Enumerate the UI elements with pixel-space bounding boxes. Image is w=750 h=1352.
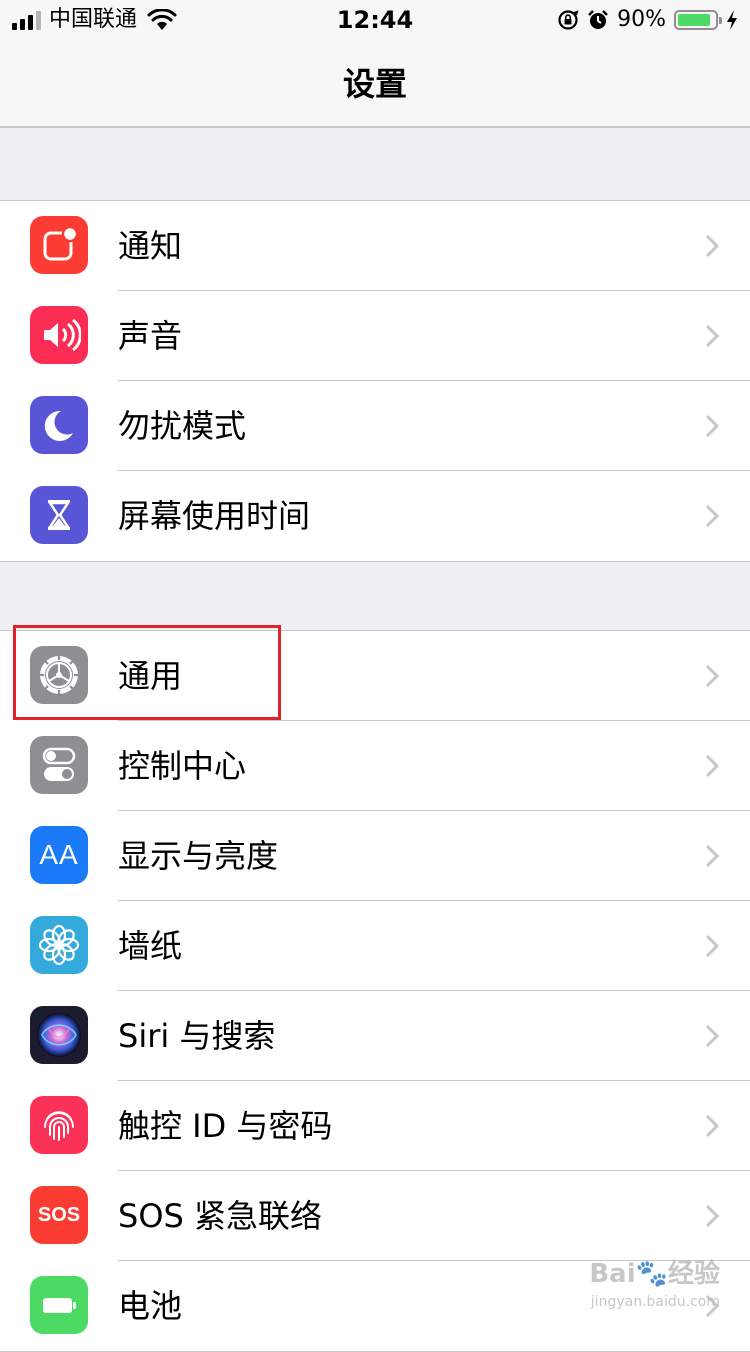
settings-item-notifications[interactable]: 通知 (0, 201, 750, 291)
battery-status-icon (674, 10, 722, 30)
settings-item-label: 墙纸 (118, 927, 183, 965)
settings-item-label: 通知 (118, 227, 183, 265)
chevron-right-icon (705, 414, 720, 438)
chevron-right-icon (705, 234, 720, 258)
settings-item-touch-id-passcode[interactable]: 触控 ID 与密码 (0, 1081, 750, 1171)
baidu-jingyan-watermark: Bai🐾经验 jingyan.baidu.com (589, 1259, 720, 1310)
battery-icon (30, 1276, 88, 1334)
siri-icon (30, 1006, 88, 1064)
settings-item-label: SOS 紧急联络 (118, 1197, 322, 1235)
display-brightness-icon: AA (30, 826, 88, 884)
wallpaper-icon (30, 916, 88, 974)
chevron-right-icon (705, 1024, 720, 1048)
do-not-disturb-icon (30, 396, 88, 454)
settings-item-wallpaper[interactable]: 墙纸 (0, 901, 750, 991)
settings-item-screen-time[interactable]: 屏幕使用时间 (0, 471, 750, 561)
page-title: 设置 (342, 65, 407, 103)
chevron-right-icon (705, 504, 720, 528)
settings-item-label: 屏幕使用时间 (118, 497, 311, 535)
screen-time-icon (30, 486, 88, 544)
settings-item-siri-search[interactable]: Siri 与搜索 (0, 991, 750, 1081)
orientation-lock-icon (558, 10, 579, 30)
sounds-icon (30, 306, 88, 364)
settings-item-emergency-sos[interactable]: SOS SOS 紧急联络 (0, 1171, 750, 1261)
notifications-icon (30, 216, 88, 274)
control-center-icon (30, 736, 88, 794)
settings-item-sounds[interactable]: 声音 (0, 291, 750, 381)
settings-item-label: 控制中心 (118, 747, 247, 785)
settings-group-1: 通知 声音 勿扰模式 屏幕使用时间 (0, 200, 750, 562)
navigation-bar: 设置 (0, 40, 750, 128)
settings-item-label: 声音 (118, 317, 183, 355)
settings-item-label: 电池 (118, 1287, 183, 1325)
settings-item-do-not-disturb[interactable]: 勿扰模式 (0, 381, 750, 471)
settings-item-label: 触控 ID 与密码 (118, 1107, 333, 1145)
chevron-right-icon (705, 324, 720, 348)
chevron-right-icon (705, 934, 720, 958)
chevron-right-icon (705, 1204, 720, 1228)
highlight-box (13, 625, 281, 720)
settings-item-label: Siri 与搜索 (118, 1017, 276, 1055)
charging-bolt-icon (727, 10, 737, 30)
chevron-right-icon (705, 1114, 720, 1138)
chevron-right-icon (705, 754, 720, 778)
touch-id-icon (30, 1096, 88, 1154)
alarm-icon (588, 10, 608, 29)
settings-item-label: 显示与亮度 (118, 837, 279, 875)
chevron-right-icon (705, 664, 720, 688)
settings-item-label: 勿扰模式 (118, 407, 247, 445)
chevron-right-icon (705, 844, 720, 868)
settings-item-display-brightness[interactable]: AA 显示与亮度 (0, 811, 750, 901)
settings-group-2: 通用 控制中心 AA 显示与亮度 墙纸 Siri 与搜索 触控 ID 与密码 S… (0, 630, 750, 1352)
sos-icon: SOS (30, 1186, 88, 1244)
battery-percentage: 90% (617, 7, 666, 32)
settings-item-control-center[interactable]: 控制中心 (0, 721, 750, 811)
status-bar: 中国联通 12:44 90% (0, 0, 750, 40)
